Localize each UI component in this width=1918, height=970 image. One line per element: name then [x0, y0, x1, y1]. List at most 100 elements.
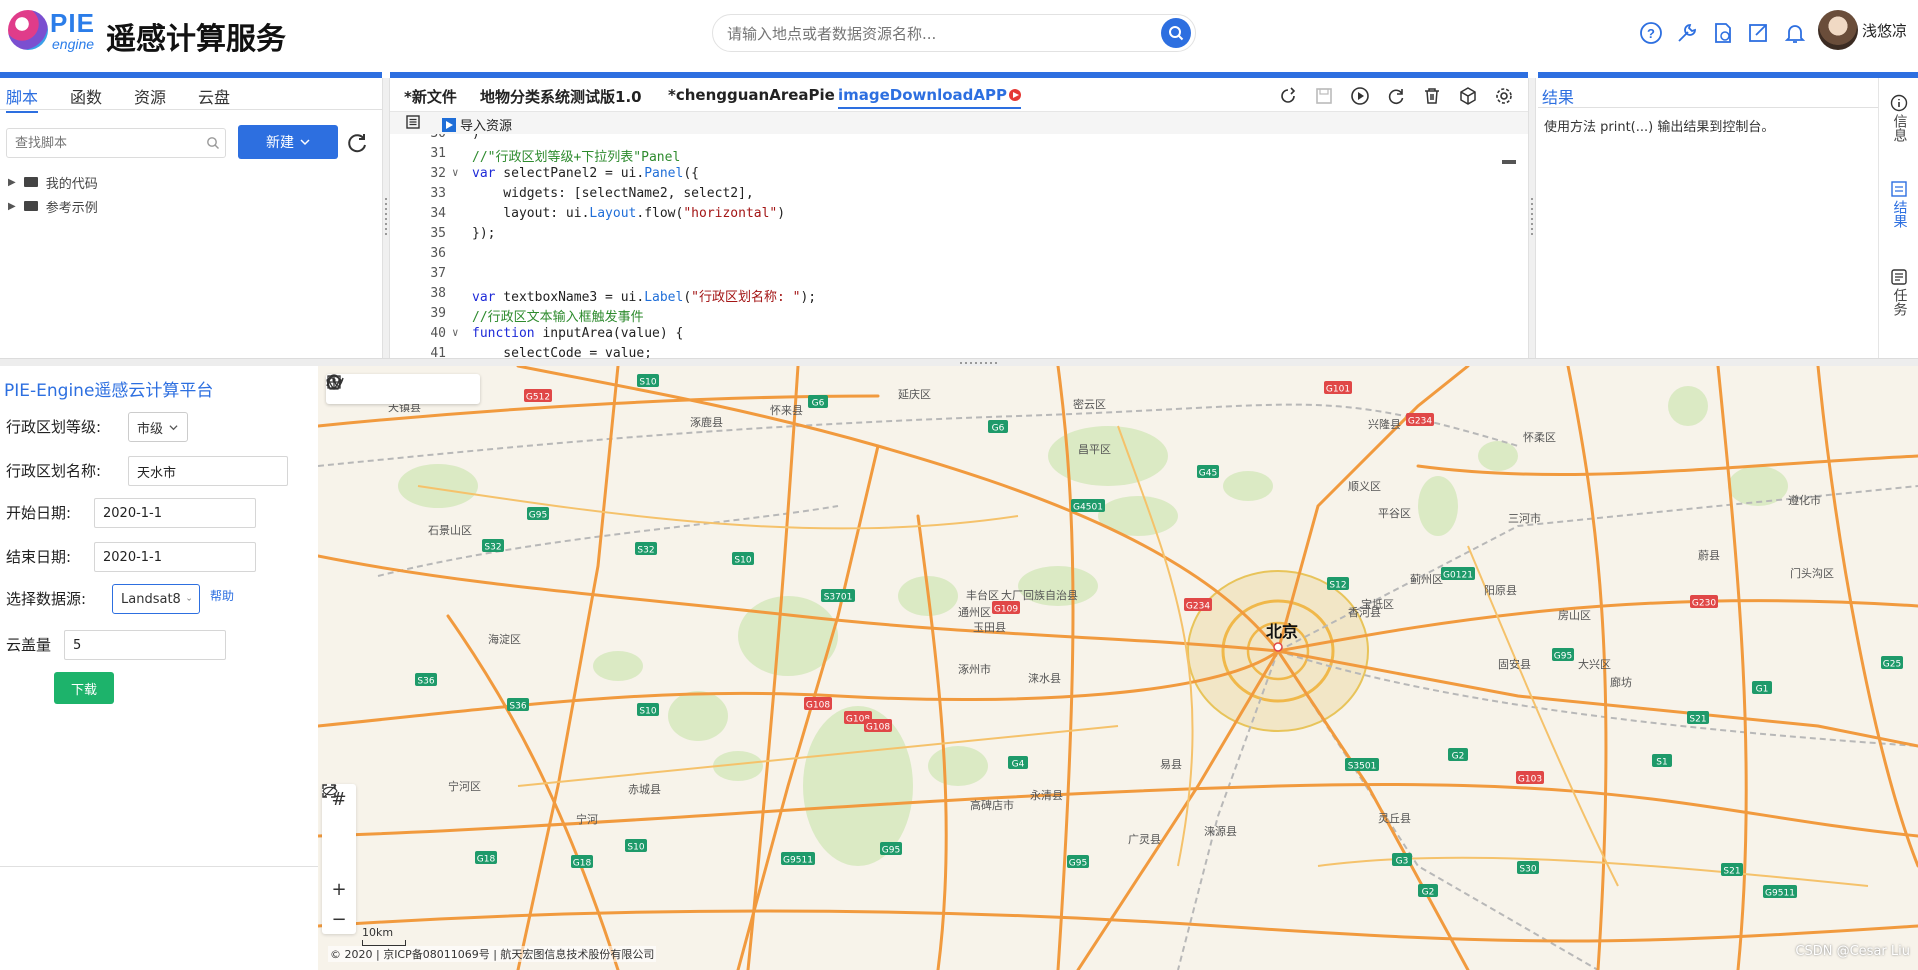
tab-scripts[interactable]: 脚本: [6, 84, 39, 113]
panel-splitter[interactable]: [1528, 78, 1536, 358]
line-number: 35: [430, 226, 446, 241]
delete-icon[interactable]: [1420, 84, 1444, 108]
map-canvas[interactable]: 天镇县涿鹿县怀来县延庆区密云区兴隆县怀柔区昌平区顺义区平谷区蓟州区三河市遵化市阳…: [318, 366, 1918, 970]
rail-info[interactable]: 信息: [1887, 94, 1911, 142]
fullscreen-icon[interactable]: [322, 784, 356, 874]
file-tab-chengguan[interactable]: *chengguanAreaPie: [668, 86, 835, 104]
line-number: 41: [430, 346, 446, 358]
code-line[interactable]: 30): [390, 134, 1490, 145]
place-label: 平谷区: [1378, 507, 1411, 520]
place-label: 固安县: [1498, 657, 1531, 671]
park-area: [928, 746, 988, 786]
edit-icon[interactable]: [1746, 18, 1772, 48]
document-clock-icon[interactable]: [1710, 18, 1736, 48]
rail-results[interactable]: 结果: [1887, 180, 1911, 228]
place-label: 涞水县: [1028, 672, 1061, 685]
code-line[interactable]: 37: [390, 266, 1490, 285]
search-button[interactable]: [1161, 18, 1191, 48]
park-area: [668, 691, 728, 741]
code-line[interactable]: 31 //"行政区划等级+下拉列表"Panel: [390, 146, 1490, 165]
code-line[interactable]: 38 var textboxName3 = ui.Label("行政区划名称: "…: [390, 286, 1490, 305]
end-date-input[interactable]: 2020-1-1: [94, 542, 256, 572]
find-script-input[interactable]: [6, 128, 226, 158]
package-icon[interactable]: [1456, 84, 1480, 108]
road-shield-label: S10: [639, 378, 656, 388]
code-line[interactable]: 39 //行政区文本输入框触发事件: [390, 306, 1490, 325]
code-line[interactable]: 34 layout: ui.Layout.flow("horizontal"): [390, 206, 1490, 225]
tab-resources[interactable]: 资源: [134, 84, 166, 108]
reset-icon[interactable]: [1384, 84, 1408, 108]
search-input[interactable]: [727, 23, 1127, 45]
place-label: 石景山区: [428, 524, 472, 537]
file-tab-image-download[interactable]: imageDownloadAPP: [838, 86, 1021, 109]
share-icon[interactable]: [1276, 84, 1300, 108]
place-label: 广灵县: [1128, 833, 1161, 846]
help-link[interactable]: 帮助: [210, 587, 234, 604]
console-tabs: 结果: [1538, 78, 1878, 108]
fold-toggle-icon[interactable]: ∨: [452, 326, 459, 339]
data-source-select[interactable]: Landsat8: [112, 584, 200, 614]
tree-item-my-code[interactable]: ▶ 我的代码: [8, 170, 98, 194]
park-area: [398, 464, 478, 508]
code-line[interactable]: 40 ∨ function inputArea(value) {: [390, 326, 1490, 345]
fold-toggle-icon[interactable]: ∨: [452, 166, 459, 179]
level-select[interactable]: 市级: [128, 412, 188, 442]
code-text: //"行政区划等级+下拉列表"Panel: [472, 150, 681, 165]
settings-icon[interactable]: [1492, 84, 1516, 108]
start-date-input[interactable]: 2020-1-1: [94, 498, 256, 528]
code-line[interactable]: 35});: [390, 226, 1490, 245]
avatar[interactable]: [1818, 10, 1858, 50]
line-number: 30: [418, 134, 446, 141]
road-shield-label: G6: [992, 424, 1005, 434]
save-icon[interactable]: [1312, 84, 1336, 108]
rail-tasks[interactable]: 任务: [1887, 268, 1911, 316]
bell-icon[interactable]: [1782, 18, 1808, 48]
import-resources-button[interactable]: 导入资源: [442, 115, 512, 134]
tree-item-examples[interactable]: ▶ 参考示例: [8, 194, 98, 218]
horizontal-splitter[interactable]: [0, 358, 1918, 366]
pie-logo-icon[interactable]: [8, 10, 48, 50]
road-shield-label: S36: [417, 677, 434, 687]
zoom-out-button[interactable]: −: [322, 904, 356, 934]
level-value: 市级: [137, 421, 164, 437]
menu-icon[interactable]: [406, 115, 420, 129]
code-area[interactable]: 30)31//"行政区划等级+下拉列表"Panel32∨var selectPa…: [390, 134, 1528, 358]
rail-label: 结果: [1891, 200, 1908, 228]
cloud-cover-input[interactable]: 5: [64, 630, 226, 660]
logo-text[interactable]: PIE: [50, 8, 95, 39]
scroll-marker[interactable]: [1502, 160, 1516, 164]
tools-icon[interactable]: [1674, 18, 1700, 48]
refresh-button[interactable]: [344, 130, 370, 156]
download-button[interactable]: 下载: [54, 672, 114, 704]
hide-layer-icon[interactable]: [322, 784, 356, 844]
road-shield-label: S21: [1689, 715, 1706, 725]
panel-splitter[interactable]: [382, 78, 390, 358]
file-tab-classification[interactable]: 地物分类系统测试版1.0: [480, 86, 642, 107]
zoom-in-button[interactable]: +: [322, 874, 356, 904]
place-label: 延庆区: [898, 387, 931, 401]
code-line[interactable]: 41 selectCode = value;: [390, 346, 1490, 358]
map-view[interactable]: 天镇县 涿鹿县 怀来县 延庆区 密云区 兴隆县 怀柔区 昌平区 顺义区 平谷区 蓟州区 三河市 遵化市阳…: [318, 366, 1918, 970]
logo-subtext: engine: [52, 36, 95, 52]
place-label: 涿州市: [958, 662, 991, 676]
run-icon[interactable]: [1348, 84, 1372, 108]
start-date-label: 开始日期:: [6, 504, 72, 522]
area-name-input[interactable]: 天水市: [128, 456, 288, 486]
help-icon[interactable]: ?: [1638, 18, 1664, 48]
username[interactable]: 浅悠凉: [1862, 20, 1907, 41]
tab-results[interactable]: 结果: [1542, 84, 1574, 108]
caret-right-icon: ▶: [8, 200, 16, 212]
file-tab-new[interactable]: *新文件: [404, 86, 457, 107]
side-rail: 信息 结果 任务: [1878, 78, 1918, 358]
code-line[interactable]: 36: [390, 246, 1490, 265]
place-label: 兴隆县: [1368, 417, 1401, 431]
code-line[interactable]: 32 ∨ var selectPanel2 = ui.Panel({: [390, 166, 1490, 185]
tab-cloud-disk[interactable]: 云盘: [198, 84, 230, 108]
rectangle-icon[interactable]: [326, 374, 342, 390]
code-line[interactable]: 33 widgets: [selectName2, select2],: [390, 186, 1490, 205]
chevron-down-icon: [169, 424, 178, 430]
chevron-down-icon: [300, 139, 310, 146]
place-label: 阳原县: [1484, 584, 1517, 597]
new-script-button[interactable]: 新建: [238, 125, 338, 159]
tab-functions[interactable]: 函数: [70, 84, 102, 108]
